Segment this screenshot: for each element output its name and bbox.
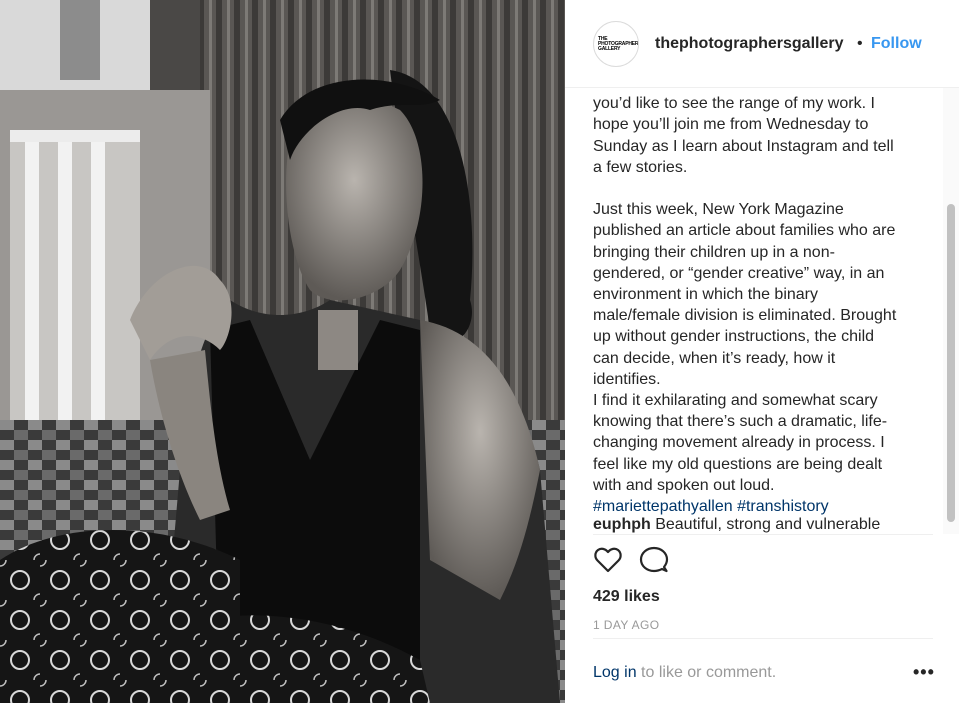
photo-artwork	[0, 0, 565, 703]
divider	[593, 638, 933, 639]
post-header: THE PHOTOGRAPHERS' GALLERY thephotograph…	[565, 0, 959, 88]
post-photo[interactable]	[0, 0, 565, 703]
heart-icon-svg	[594, 547, 622, 573]
comment-text: Beautiful, strong and vulnerable	[650, 516, 881, 533]
heart-icon[interactable]	[593, 545, 625, 577]
comments-scrollbar[interactable]	[943, 88, 959, 534]
post-timestamp[interactable]: 1 DAY AGO	[593, 618, 660, 632]
comment-bubble-icon-svg	[639, 546, 669, 573]
username-link[interactable]: thephotographersgallery	[655, 35, 843, 53]
comment-username[interactable]: euphph	[593, 516, 651, 533]
login-prompt-text: to like or comment.	[636, 664, 777, 681]
comments-area[interactable]: you’d like to see the range of my work. …	[593, 88, 933, 534]
follow-button[interactable]: Follow	[871, 35, 922, 53]
separator-dot: •	[857, 35, 863, 52]
post-sidebar: THE PHOTOGRAPHERS' GALLERY thephotograph…	[565, 0, 959, 703]
login-link[interactable]: Log in	[593, 664, 637, 681]
login-prompt: Log in to like or comment.	[593, 664, 776, 682]
avatar-logo-text: THE PHOTOGRAPHERS' GALLERY	[598, 36, 639, 52]
scrollbar-thumb[interactable]	[947, 204, 955, 522]
caption-body: you’d like to see the range of my work. …	[593, 95, 897, 494]
comment: euphph Beautiful, strong and vulnerable	[593, 514, 880, 534]
divider	[593, 534, 933, 535]
more-options-icon[interactable]: •••	[913, 662, 935, 683]
avatar[interactable]: THE PHOTOGRAPHERS' GALLERY	[593, 21, 639, 67]
comment-bubble-icon[interactable]	[639, 545, 671, 577]
likes-count[interactable]: 429 likes	[593, 588, 660, 606]
caption-text: you’d like to see the range of my work. …	[593, 88, 933, 534]
